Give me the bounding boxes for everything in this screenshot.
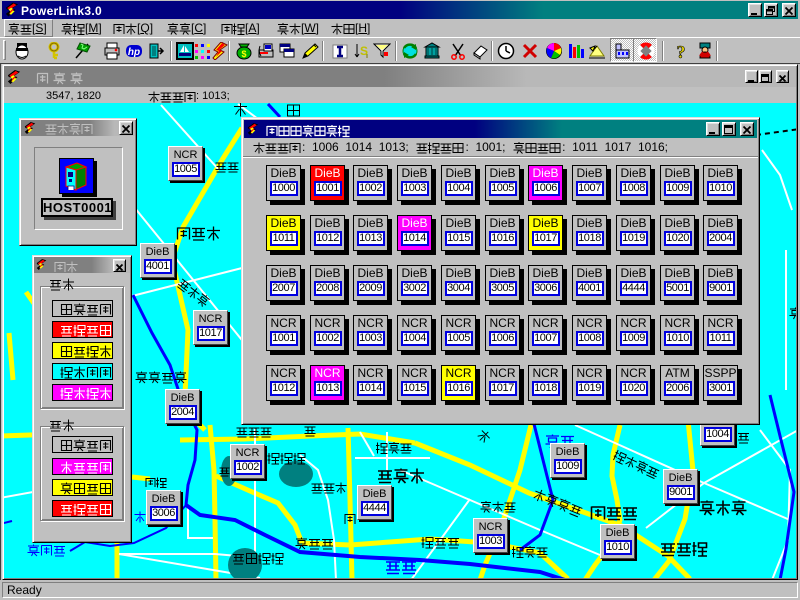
svg-text:hp: hp [128, 47, 140, 58]
svg-text:?: ? [677, 42, 686, 60]
svg-text:$: $ [241, 49, 246, 59]
